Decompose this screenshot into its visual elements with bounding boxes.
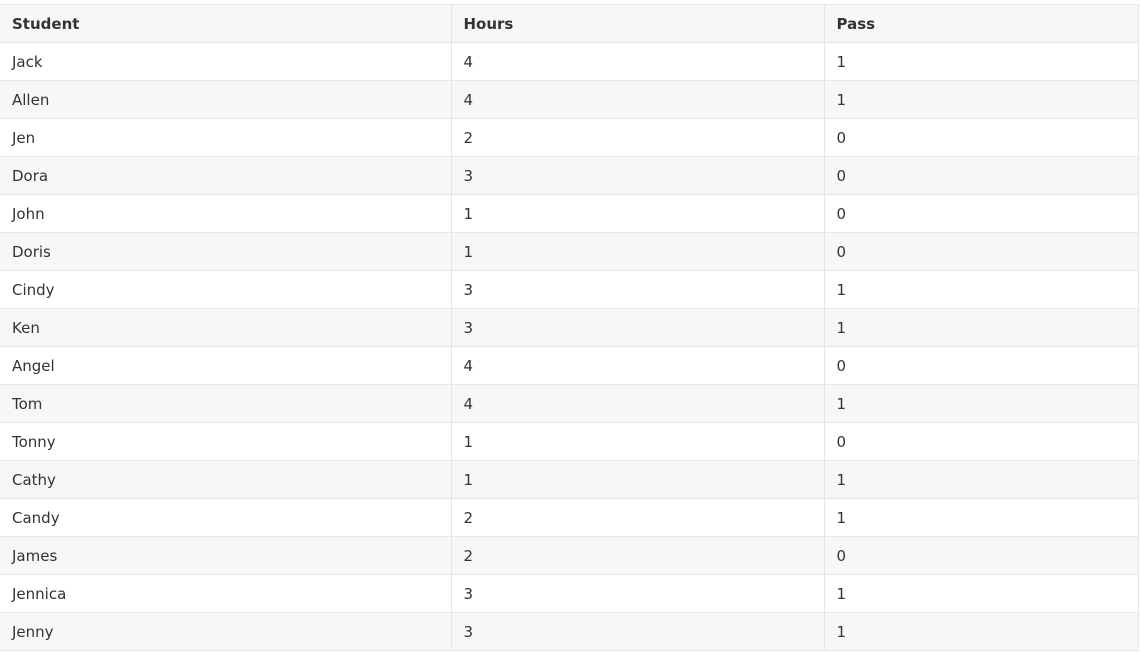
cell-student: Cindy <box>0 270 452 309</box>
cell-hours: 3 <box>450 156 825 195</box>
cell-hours: 1 <box>450 422 825 461</box>
header-row: Student Hours Pass <box>0 4 1139 43</box>
cell-hours: 1 <box>450 460 825 499</box>
table-row: James 2 0 <box>0 536 1139 575</box>
cell-student: Candy <box>0 498 452 537</box>
table-row: Jenny 3 1 <box>0 612 1139 651</box>
cell-student: John <box>0 194 452 233</box>
table-row: John 1 0 <box>0 194 1139 233</box>
cell-student: Jenny <box>0 612 452 651</box>
cell-student: Jen <box>0 118 452 157</box>
table-row: Jen 2 0 <box>0 118 1139 157</box>
header-hours: Hours <box>450 4 825 43</box>
cell-hours: 3 <box>450 612 825 651</box>
cell-hours: 4 <box>450 42 825 81</box>
cell-pass: 1 <box>823 612 1139 651</box>
student-table-container: Student Hours Pass Jack 4 1 Allen 4 1 Je… <box>0 4 1139 651</box>
cell-student: Cathy <box>0 460 452 499</box>
table-body: Jack 4 1 Allen 4 1 Jen 2 0 Dora 3 0 John <box>0 42 1139 651</box>
table-row: Jack 4 1 <box>0 42 1139 81</box>
table-row: Cindy 3 1 <box>0 270 1139 309</box>
cell-hours: 3 <box>450 270 825 309</box>
cell-hours: 1 <box>450 194 825 233</box>
header-pass: Pass <box>823 4 1139 43</box>
cell-student: Tom <box>0 384 452 423</box>
cell-pass: 1 <box>823 460 1139 499</box>
cell-hours: 4 <box>450 384 825 423</box>
cell-hours: 1 <box>450 232 825 271</box>
cell-hours: 4 <box>450 346 825 385</box>
table-row: Candy 2 1 <box>0 498 1139 537</box>
table-row: Tonny 1 0 <box>0 422 1139 461</box>
table-header: Student Hours Pass <box>0 4 1139 43</box>
cell-student: James <box>0 536 452 575</box>
cell-hours: 3 <box>450 574 825 613</box>
cell-hours: 4 <box>450 80 825 119</box>
table-row: Angel 4 0 <box>0 346 1139 385</box>
cell-pass: 1 <box>823 80 1139 119</box>
cell-pass: 1 <box>823 498 1139 537</box>
cell-student: Jack <box>0 42 452 81</box>
table-row: Allen 4 1 <box>0 80 1139 119</box>
cell-pass: 0 <box>823 118 1139 157</box>
cell-pass: 0 <box>823 422 1139 461</box>
cell-pass: 1 <box>823 308 1139 347</box>
student-table: Student Hours Pass Jack 4 1 Allen 4 1 Je… <box>0 4 1139 651</box>
table-row: Jennica 3 1 <box>0 574 1139 613</box>
cell-hours: 2 <box>450 498 825 537</box>
cell-pass: 1 <box>823 42 1139 81</box>
table-row: Ken 3 1 <box>0 308 1139 347</box>
cell-hours: 2 <box>450 118 825 157</box>
cell-pass: 0 <box>823 156 1139 195</box>
cell-hours: 2 <box>450 536 825 575</box>
cell-pass: 1 <box>823 270 1139 309</box>
table-row: Doris 1 0 <box>0 232 1139 271</box>
cell-pass: 0 <box>823 346 1139 385</box>
cell-student: Angel <box>0 346 452 385</box>
cell-student: Tonny <box>0 422 452 461</box>
cell-student: Dora <box>0 156 452 195</box>
cell-student: Jennica <box>0 574 452 613</box>
cell-student: Doris <box>0 232 452 271</box>
cell-pass: 1 <box>823 574 1139 613</box>
cell-student: Ken <box>0 308 452 347</box>
cell-pass: 0 <box>823 194 1139 233</box>
header-student: Student <box>0 4 452 43</box>
table-row: Cathy 1 1 <box>0 460 1139 499</box>
cell-hours: 3 <box>450 308 825 347</box>
cell-pass: 0 <box>823 536 1139 575</box>
table-row: Tom 4 1 <box>0 384 1139 423</box>
cell-pass: 1 <box>823 384 1139 423</box>
table-row: Dora 3 0 <box>0 156 1139 195</box>
cell-pass: 0 <box>823 232 1139 271</box>
cell-student: Allen <box>0 80 452 119</box>
